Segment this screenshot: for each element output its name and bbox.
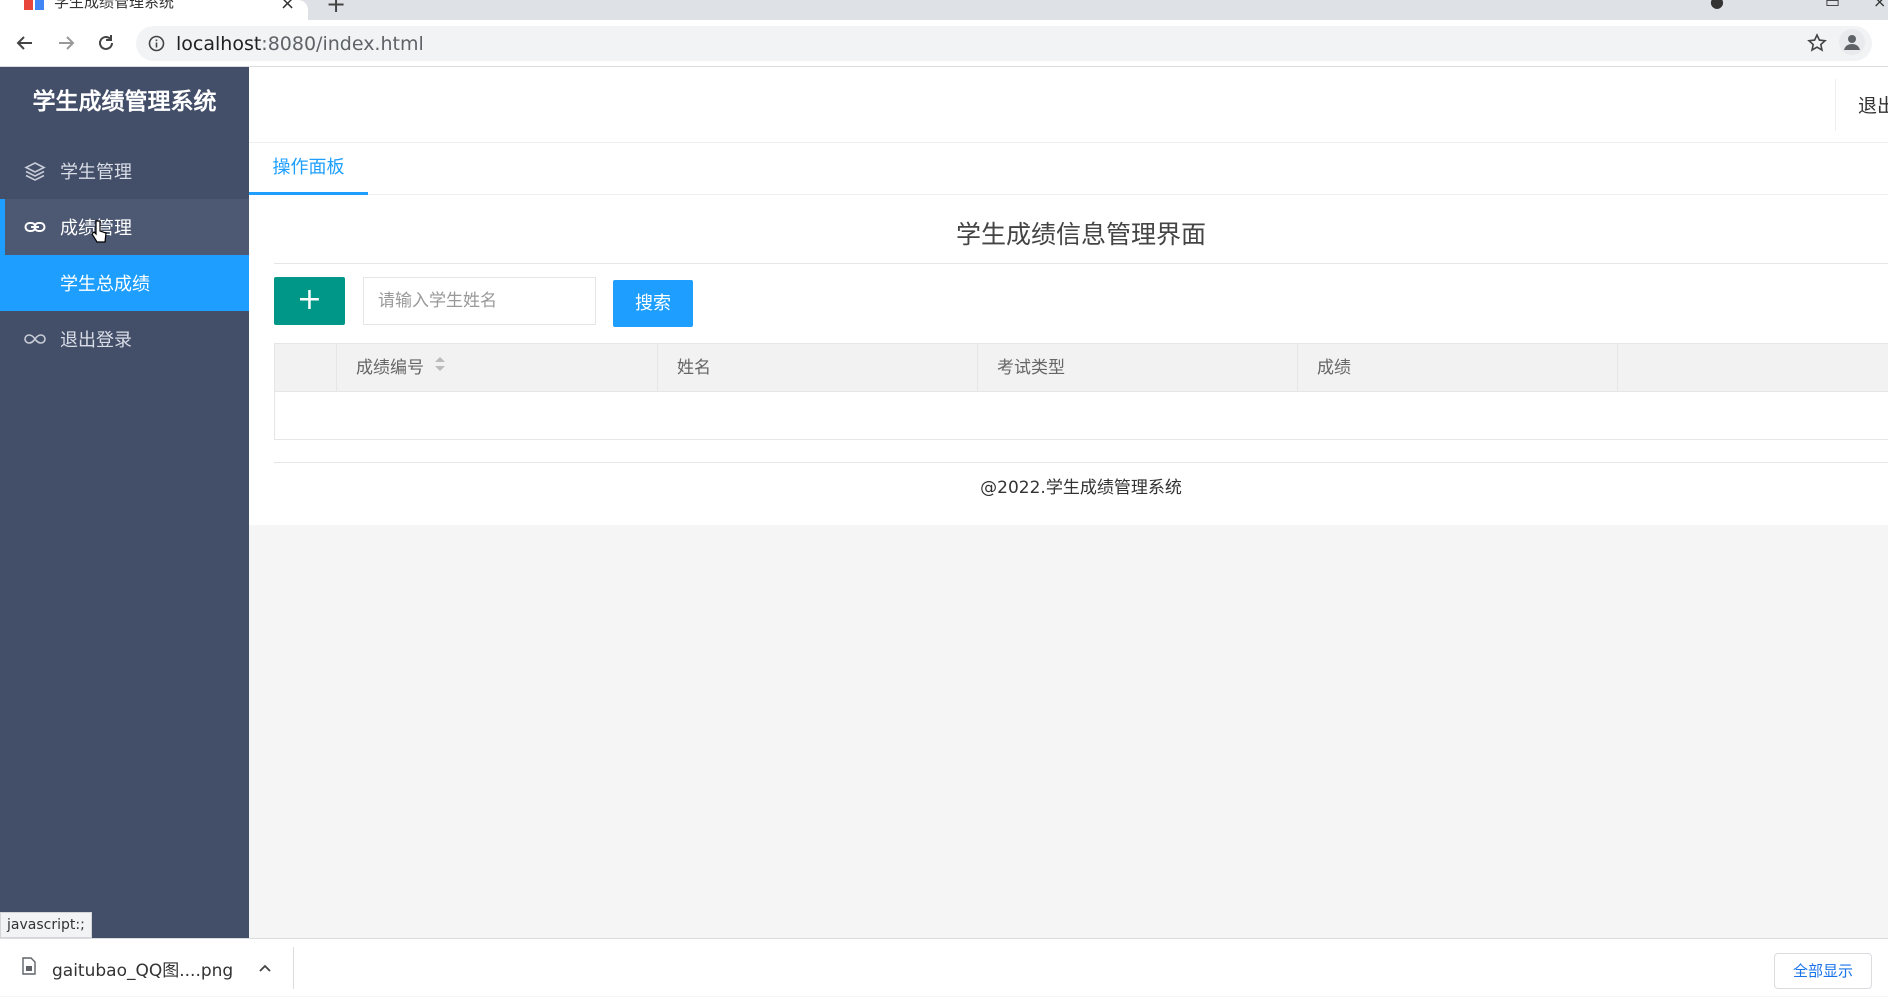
column-header-score-id[interactable]: 成绩编号 [337, 344, 658, 392]
new-tab-icon[interactable]: + [326, 0, 346, 18]
main-content: 学生成绩信息管理界面 + 搜索 成绩编号 姓名 考试类型 成绩 @2022.学生… [249, 195, 1888, 525]
status-url-tooltip: javascript:; [0, 912, 92, 938]
profile-avatar-icon[interactable] [1839, 29, 1865, 55]
chevron-up-icon[interactable] [258, 960, 272, 979]
download-bar: gaitubao_QQ图....png 全部显示 [0, 938, 1888, 996]
page-title: 学生成绩信息管理界面 [274, 195, 1888, 264]
search-input[interactable] [363, 277, 596, 325]
header-divider [1835, 79, 1836, 131]
show-all-button[interactable]: 全部显示 [1774, 953, 1872, 989]
window-close-icon[interactable]: × [1873, 0, 1886, 11]
restore-icon[interactable]: ▭ [1825, 0, 1840, 11]
app-logo: 学生成绩管理系统 [32, 89, 217, 115]
download-item[interactable]: gaitubao_QQ图....png [22, 939, 233, 997]
bookmark-star-icon[interactable] [1807, 33, 1827, 57]
favicon-icon [24, 0, 44, 10]
close-icon[interactable]: × [280, 0, 295, 14]
sidebar-item-label: 学生总成绩 [60, 274, 150, 295]
address-bar[interactable]: localhost:8080/index.html [136, 26, 1872, 61]
sidebar-item-student-management[interactable]: 学生管理 [0, 143, 249, 199]
sidebar-item-logout[interactable]: 退出登录 [0, 311, 249, 367]
mouse-cursor-icon [91, 220, 107, 248]
back-icon[interactable] [12, 30, 38, 56]
sidebar-item-total-scores[interactable]: 学生总成绩 [0, 255, 249, 311]
column-header-exam-type: 考试类型 [978, 344, 1298, 392]
download-separator [293, 947, 294, 989]
search-button[interactable]: 搜索 [613, 280, 693, 327]
footer-divider [274, 462, 1888, 463]
layers-icon [24, 160, 46, 182]
sidebar: 学生成绩管理系统 学生管理 成绩管理 学生总成绩 退出登录 [0, 67, 249, 938]
tab-operation-panel[interactable]: 操作面板 [249, 143, 368, 195]
reload-icon[interactable] [93, 30, 119, 56]
tab-title: 学生成绩管理系统 [54, 0, 175, 11]
browser-tab[interactable]: 学生成绩管理系统 × [0, 0, 308, 20]
app-header: 退出 [249, 67, 1888, 143]
download-file-name: gaitubao_QQ图....png [52, 960, 234, 981]
sidebar-item-label: 退出登录 [60, 330, 132, 351]
info-icon[interactable] [148, 35, 165, 56]
media-icon[interactable]: ● [1710, 0, 1724, 11]
column-header-score: 成绩 [1298, 344, 1618, 392]
browser-toolbar: localhost:8080/index.html [0, 20, 1888, 67]
browser-tabstrip: 学生成绩管理系统 × + ● ▭ × [0, 0, 1888, 20]
sidebar-item-score-management[interactable]: 成绩管理 [0, 199, 249, 255]
forward-icon[interactable] [53, 30, 79, 56]
tabs-bar: 操作面板 [249, 143, 1888, 195]
link-icon [24, 216, 46, 238]
sidebar-item-label: 学生管理 [60, 162, 132, 183]
table-header: 成绩编号 姓名 考试类型 成绩 [275, 344, 1888, 392]
score-table: 成绩编号 姓名 考试类型 成绩 [274, 343, 1888, 440]
table-header-checkbox-cell [275, 344, 337, 392]
logout-link[interactable]: 退出 [1858, 91, 1888, 118]
add-button[interactable]: + [274, 277, 345, 325]
sort-icon[interactable] [434, 343, 446, 391]
url-text: localhost:8080/index.html [176, 33, 424, 55]
page-footer: @2022.学生成绩管理系统 [980, 478, 1182, 498]
file-icon [22, 957, 36, 979]
column-header-name: 姓名 [658, 344, 978, 392]
loop-icon [24, 328, 46, 350]
